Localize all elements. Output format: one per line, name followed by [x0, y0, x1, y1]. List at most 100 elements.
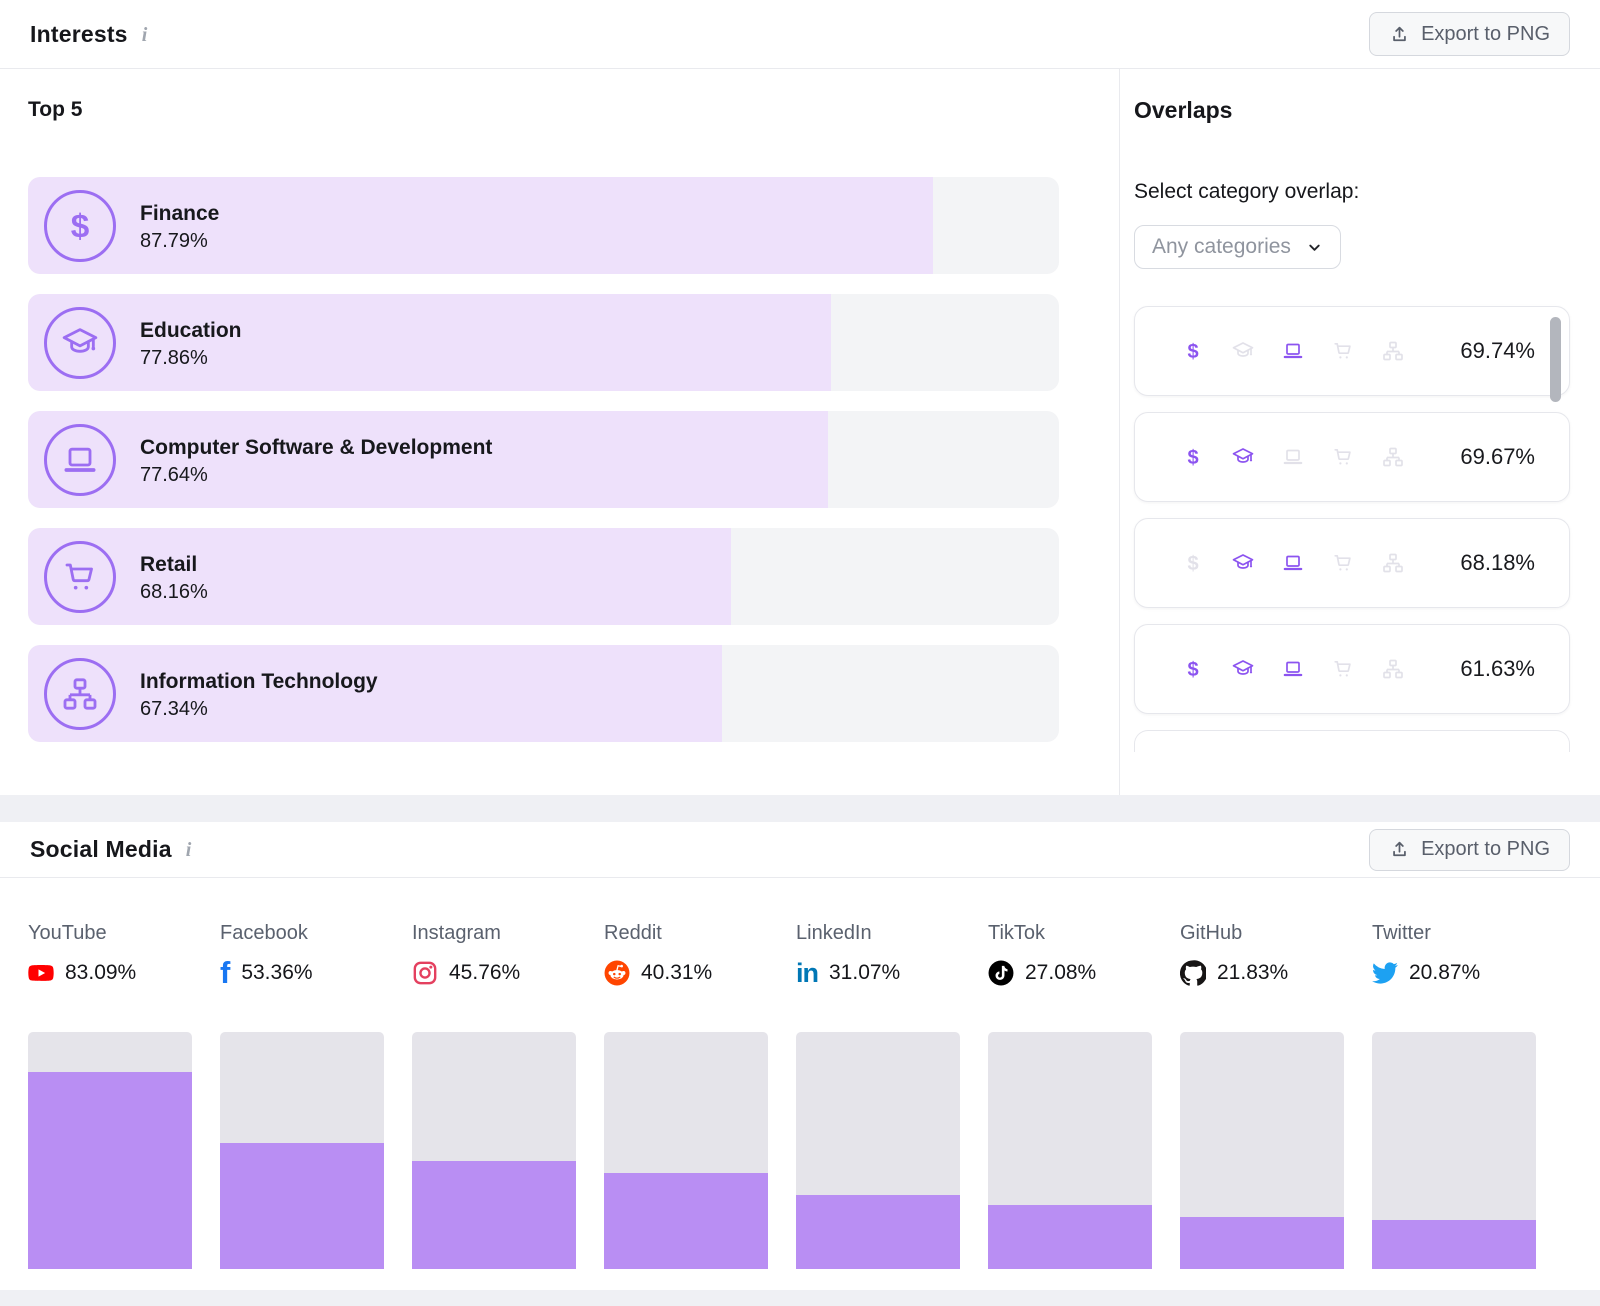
- laptop-icon: [44, 424, 116, 496]
- export-png-label: Export to PNG: [1421, 838, 1550, 861]
- social-bar-twitter[interactable]: [1372, 1032, 1536, 1269]
- platform-value: 21.83%: [1217, 961, 1288, 985]
- overlap-value: 69.67%: [1460, 444, 1535, 470]
- platform-name: Twitter: [1372, 922, 1536, 945]
- graduation-cap-icon: [1231, 339, 1255, 363]
- platform-name: LinkedIn: [796, 922, 960, 945]
- dollar-icon: [1181, 445, 1205, 469]
- interest-bar-information-technology[interactable]: Information Technology 67.34%: [28, 645, 1059, 742]
- social-bars-row: [28, 1032, 1600, 1269]
- platform-value: 20.87%: [1409, 961, 1480, 985]
- platform-facebook: Facebook f 53.36%: [220, 922, 384, 990]
- upload-icon: [1389, 24, 1410, 45]
- export-png-button[interactable]: Export to PNG: [1369, 829, 1570, 871]
- info-icon[interactable]: i: [142, 24, 148, 47]
- platform-value: 53.36%: [241, 961, 312, 985]
- sitemap-icon: [1381, 551, 1405, 575]
- graduation-cap-icon: [1231, 445, 1255, 469]
- interest-value: 68.16%: [140, 581, 208, 604]
- sitemap-icon: [44, 658, 116, 730]
- bar-fill: [412, 1161, 576, 1269]
- laptop-icon: [1281, 339, 1305, 363]
- dollar-icon: [1181, 339, 1205, 363]
- category-overlap-dropdown[interactable]: Any categories: [1134, 225, 1341, 269]
- platform-instagram: Instagram 45.76%: [412, 922, 576, 990]
- overlaps-scrollbar[interactable]: [1550, 317, 1561, 402]
- overlap-row[interactable]: 68.18%: [1134, 518, 1570, 608]
- overlap-row-partial[interactable]: [1134, 730, 1570, 752]
- github-icon: [1180, 960, 1206, 986]
- platform-github: GitHub 21.83%: [1180, 922, 1344, 990]
- social-bar-github[interactable]: [1180, 1032, 1344, 1269]
- social-bar-facebook[interactable]: [220, 1032, 384, 1269]
- platform-name: YouTube: [28, 922, 192, 945]
- dollar-icon: [1181, 657, 1205, 681]
- select-category-label: Select category overlap:: [1134, 180, 1570, 204]
- facebook-icon: f: [220, 957, 230, 988]
- overlap-row[interactable]: 61.63%: [1134, 624, 1570, 714]
- bar-fill: [220, 1143, 384, 1269]
- interests-header: Interests i Export to PNG: [0, 0, 1600, 69]
- overlap-value: 69.74%: [1460, 338, 1535, 364]
- social-bar-linkedin[interactable]: [796, 1032, 960, 1269]
- interest-value: 77.64%: [140, 464, 492, 487]
- twitter-icon: [1372, 960, 1398, 986]
- overlap-value: 61.63%: [1460, 656, 1535, 682]
- social-bar-youtube[interactable]: [28, 1032, 192, 1269]
- social-media-header: Social Media i Export to PNG: [0, 822, 1600, 878]
- interests-section: Interests i Export to PNG Top 5 Finance …: [0, 0, 1600, 795]
- platform-name: GitHub: [1180, 922, 1344, 945]
- section-divider: [0, 795, 1600, 822]
- interest-value: 87.79%: [140, 230, 219, 253]
- platform-tiktok: TikTok 27.08%: [988, 922, 1152, 990]
- overlap-list: 69.74% 69.67%: [1134, 306, 1570, 752]
- bar-fill: [1180, 1217, 1344, 1269]
- platform-name: Reddit: [604, 922, 768, 945]
- laptop-icon: [1281, 657, 1305, 681]
- dollar-icon: [1181, 551, 1205, 575]
- laptop-icon: [1281, 551, 1305, 575]
- bar-fill: [28, 1072, 192, 1269]
- interest-bar-retail[interactable]: Retail 68.16%: [28, 528, 1059, 625]
- sitemap-icon: [1381, 339, 1405, 363]
- sitemap-icon: [1381, 657, 1405, 681]
- interest-bar-computer-software[interactable]: Computer Software & Development 77.64%: [28, 411, 1059, 508]
- top5-title: Top 5: [28, 98, 1059, 122]
- platform-youtube: YouTube 83.09%: [28, 922, 192, 990]
- shopping-cart-icon: [1331, 445, 1355, 469]
- tiktok-icon: [988, 960, 1014, 986]
- top5-panel: Top 5 Finance 87.79% Education: [0, 69, 1120, 795]
- platform-value: 83.09%: [65, 961, 136, 985]
- instagram-icon: [412, 960, 438, 986]
- platform-value: 31.07%: [829, 961, 900, 985]
- social-platforms-row: YouTube 83.09% Facebook f 53.36% Instagr…: [28, 922, 1600, 990]
- bar-fill: [604, 1173, 768, 1269]
- overlap-row[interactable]: 69.74%: [1134, 306, 1570, 396]
- social-bar-reddit[interactable]: [604, 1032, 768, 1269]
- platform-name: Instagram: [412, 922, 576, 945]
- platform-name: TikTok: [988, 922, 1152, 945]
- interest-bar-education[interactable]: Education 77.86%: [28, 294, 1059, 391]
- shopping-cart-icon: [1331, 339, 1355, 363]
- shopping-cart-icon: [1331, 657, 1355, 681]
- interest-value: 67.34%: [140, 698, 378, 721]
- interest-label: Information Technology: [140, 666, 378, 699]
- social-bar-tiktok[interactable]: [988, 1032, 1152, 1269]
- interest-value: 77.86%: [140, 347, 242, 370]
- interest-label: Finance: [140, 198, 219, 231]
- interest-bar-finance[interactable]: Finance 87.79%: [28, 177, 1059, 274]
- chevron-down-icon: [1306, 239, 1323, 256]
- sitemap-icon: [1381, 445, 1405, 469]
- bar-fill: [1372, 1220, 1536, 1269]
- export-png-button[interactable]: Export to PNG: [1369, 12, 1570, 56]
- graduation-cap-icon: [1231, 551, 1255, 575]
- overlap-row[interactable]: 69.67%: [1134, 412, 1570, 502]
- info-icon[interactable]: i: [186, 839, 192, 862]
- platform-value: 40.31%: [641, 961, 712, 985]
- upload-icon: [1389, 839, 1410, 860]
- dollar-icon: [44, 190, 116, 262]
- social-media-section: Social Media i Export to PNG YouTube 83.…: [0, 822, 1600, 1290]
- linkedin-icon: in: [796, 960, 818, 987]
- social-bar-instagram[interactable]: [412, 1032, 576, 1269]
- interest-label: Retail: [140, 549, 208, 582]
